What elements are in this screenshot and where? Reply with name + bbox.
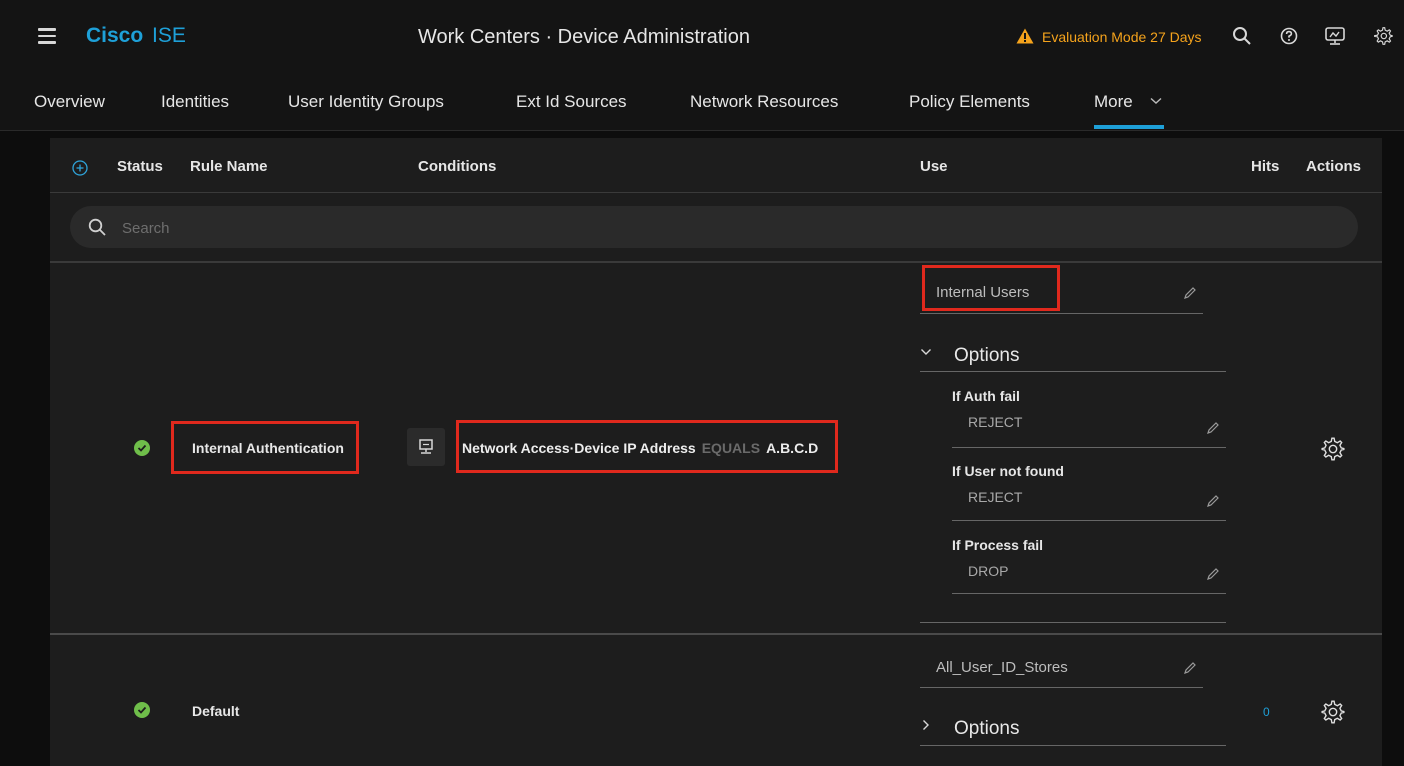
search-icon[interactable] — [1232, 26, 1252, 46]
tab-ext-id-sources[interactable]: Ext Id Sources — [516, 92, 627, 112]
column-header-conditions[interactable]: Conditions — [418, 158, 496, 175]
field-underline — [920, 313, 1203, 314]
rule-name[interactable]: Default — [192, 703, 239, 719]
field-underline — [952, 447, 1226, 448]
search-icon — [88, 218, 106, 236]
status-enabled-icon[interactable] — [134, 702, 150, 718]
hits-count[interactable]: 0 — [1263, 705, 1270, 719]
pencil-icon[interactable] — [1206, 494, 1220, 508]
highlight-box — [456, 420, 838, 473]
field-underline — [952, 520, 1226, 521]
column-header-use[interactable]: Use — [920, 158, 948, 175]
field-underline — [920, 745, 1226, 746]
add-rule-icon[interactable] — [72, 160, 88, 176]
gear-icon[interactable] — [1373, 26, 1393, 46]
option-label: If User not found — [952, 463, 1064, 479]
pencil-icon[interactable] — [1183, 286, 1197, 300]
field-underline — [920, 371, 1226, 372]
tab-user-identity-groups[interactable]: User Identity Groups — [288, 92, 444, 112]
highlight-box — [171, 421, 359, 474]
brand-logo-product: ISE — [152, 24, 186, 47]
column-header-status[interactable]: Status — [117, 158, 163, 175]
tab-policy-elements[interactable]: Policy Elements — [909, 92, 1030, 112]
field-underline — [920, 622, 1226, 623]
tab-identities[interactable]: Identities — [161, 92, 229, 112]
options-toggle[interactable]: Options — [954, 345, 1019, 367]
field-underline — [920, 687, 1203, 688]
page-title: Work Centers · Device Administration — [418, 26, 750, 48]
search-input[interactable] — [120, 214, 524, 242]
option-label: If Process fail — [952, 537, 1044, 553]
brand-logo-cisco: Cisco — [86, 24, 144, 47]
tab-more[interactable]: More — [1094, 92, 1133, 112]
hamburger-menu-icon[interactable] — [38, 28, 56, 44]
option-value-select[interactable]: REJECT — [968, 414, 1022, 430]
tab-overview[interactable]: Overview — [34, 92, 105, 112]
chevron-right-icon[interactable] — [920, 719, 932, 731]
active-tab-indicator — [1094, 125, 1164, 129]
column-header-actions[interactable]: Actions — [1306, 158, 1361, 175]
pencil-icon[interactable] — [1206, 421, 1220, 435]
monitor-icon[interactable] — [1324, 26, 1346, 46]
options-toggle[interactable]: Options — [954, 718, 1019, 740]
chevron-down-icon[interactable] — [1150, 97, 1162, 105]
field-underline — [952, 593, 1226, 594]
pencil-icon[interactable] — [1206, 567, 1220, 581]
option-value-select[interactable]: REJECT — [968, 489, 1022, 505]
gear-icon[interactable] — [1320, 436, 1346, 462]
column-header-rule-name[interactable]: Rule Name — [190, 158, 268, 175]
tab-network-resources[interactable]: Network Resources — [690, 92, 838, 112]
pencil-icon[interactable] — [1183, 661, 1197, 675]
identity-source-select[interactable]: All_User_ID_Stores — [936, 659, 1068, 676]
column-header-hits[interactable]: Hits — [1251, 158, 1279, 175]
status-enabled-icon[interactable] — [134, 440, 150, 456]
option-value-select[interactable]: DROP — [968, 563, 1008, 579]
highlight-box — [922, 265, 1060, 311]
gear-icon[interactable] — [1320, 699, 1346, 725]
evaluation-mode-link[interactable]: Evaluation Mode 27 Days — [1042, 29, 1202, 45]
network-device-icon — [419, 439, 433, 454]
help-icon[interactable] — [1280, 27, 1298, 45]
option-label: If Auth fail — [952, 388, 1020, 404]
warning-icon — [1016, 28, 1034, 44]
chevron-down-icon[interactable] — [920, 346, 932, 358]
table-row — [50, 635, 1382, 766]
